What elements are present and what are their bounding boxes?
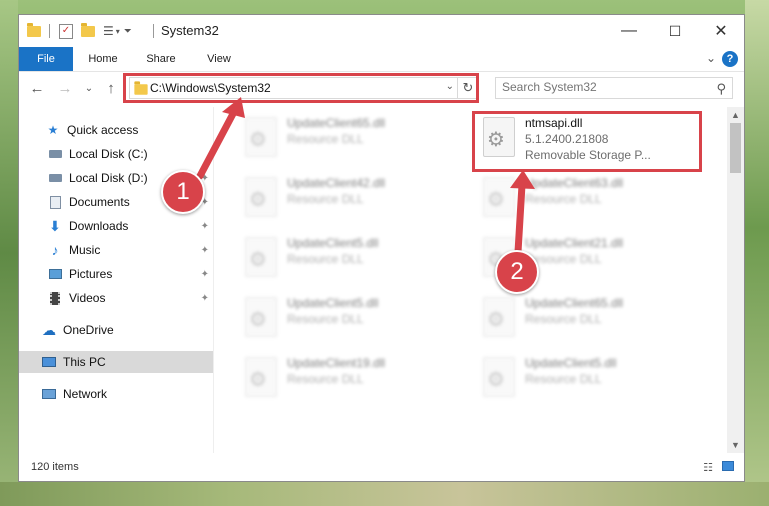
arrow-2-line xyxy=(514,181,526,256)
callout-1: 1 xyxy=(161,170,205,214)
annotation-arrows xyxy=(196,97,535,256)
arrow-1-head xyxy=(222,97,245,118)
callout-2: 2 xyxy=(495,250,539,294)
arrow-1-line xyxy=(196,106,239,180)
arrow-2-head xyxy=(510,170,535,189)
